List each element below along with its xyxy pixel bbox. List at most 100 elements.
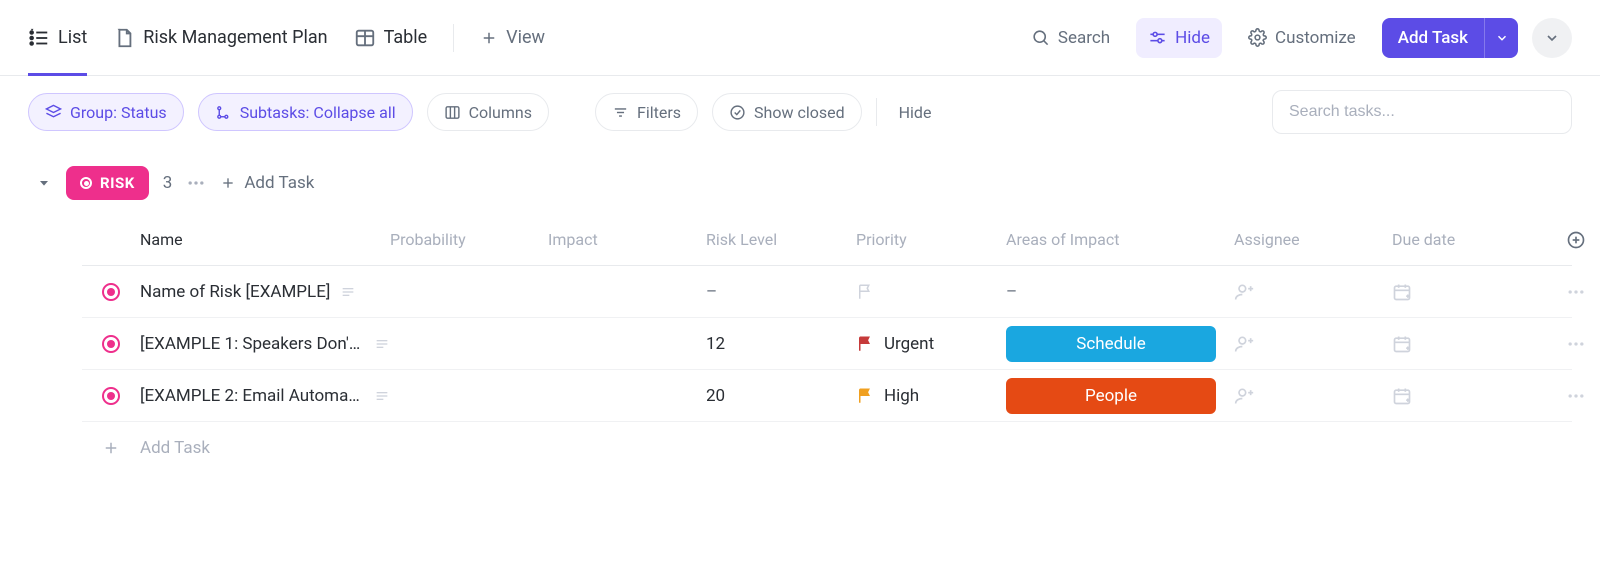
subtasks-pill[interactable]: Subtasks: Collapse all [198,93,413,131]
search-label: Search [1058,28,1110,48]
due-date-add[interactable] [1392,386,1546,406]
show-closed-label: Show closed [754,103,845,122]
cell-aoi[interactable]: Schedule [1006,326,1234,362]
group-add-task-label: Add Task [244,173,314,193]
flag-icon [856,387,874,405]
tab-risk-plan-label: Risk Management Plan [143,27,327,48]
row-more[interactable] [1546,334,1600,354]
group-task-count: 3 [163,173,173,193]
add-column-button[interactable] [1546,230,1600,250]
cell-priority[interactable] [856,283,1006,301]
table-row[interactable]: [EXAMPLE 2: Email Automation (Email ... … [82,370,1572,422]
add-task-row[interactable]: Add Task [82,422,1572,474]
col-name[interactable]: Name [140,230,390,249]
cell-aoi[interactable]: – [1006,282,1234,302]
plus-icon [82,439,140,457]
check-circle-icon [729,104,746,121]
due-date-add[interactable] [1392,282,1546,302]
list-icon [28,27,50,49]
divider [876,98,877,126]
assignee-add[interactable] [1234,282,1392,302]
task-name[interactable]: [EXAMPLE 1: Speakers Don't Show Up] [140,334,364,354]
add-task-button[interactable]: Add Task [1382,18,1518,58]
tab-table[interactable]: Table [354,0,428,75]
col-assignee[interactable]: Assignee [1234,230,1392,249]
customize-button[interactable]: Customize [1236,18,1368,58]
status-icon[interactable] [102,283,120,301]
tab-list[interactable]: List [28,0,87,75]
task-name[interactable]: [EXAMPLE 2: Email Automation (Email ... [140,386,364,406]
chevron-down-icon [1544,30,1560,46]
aoi-chip: People [1006,378,1216,414]
divider [453,24,454,52]
assignee-add[interactable] [1234,386,1392,406]
col-risk-level[interactable]: Risk Level [706,230,856,249]
cell-priority[interactable]: Urgent [856,334,1006,354]
group-status-badge[interactable]: RISK [66,166,149,200]
filters-pill[interactable]: Filters [595,93,698,131]
row-more[interactable] [1546,282,1600,302]
group-more-icon[interactable] [186,173,206,193]
add-view-label: View [506,27,545,48]
description-icon[interactable] [374,336,390,352]
columns-icon [444,104,461,121]
filters-label: Filters [637,103,681,122]
assignee-add[interactable] [1234,334,1392,354]
tab-risk-plan[interactable]: Risk Management Plan [113,0,327,75]
col-areas-of-impact[interactable]: Areas of Impact [1006,230,1234,249]
subtasks-label: Subtasks: Collapse all [240,103,396,122]
due-date-add[interactable] [1392,334,1546,354]
status-circle-icon [80,177,92,189]
more-menu-button[interactable] [1532,18,1572,58]
cell-risk-level[interactable]: – [706,282,856,302]
table-row[interactable]: [EXAMPLE 1: Speakers Don't Show Up] 12 U… [82,318,1572,370]
status-icon[interactable] [102,335,120,353]
tab-list-label: List [58,27,87,48]
add-task-label: Add Task [1382,18,1484,58]
add-view-button[interactable]: View [480,0,545,75]
row-more[interactable] [1546,386,1600,406]
group-add-task-button[interactable]: Add Task [220,173,314,193]
cell-priority[interactable]: High [856,386,1006,406]
collapse-group-caret[interactable] [36,175,52,191]
sliders-icon [1148,28,1167,47]
cell-risk-level[interactable]: 20 [706,386,856,406]
filter-hide-button[interactable]: Hide [891,103,940,122]
gear-icon [1248,28,1267,47]
cell-aoi[interactable]: People [1006,378,1234,414]
flag-icon [856,335,874,353]
hide-label: Hide [1175,28,1210,48]
cell-risk-level[interactable]: 12 [706,334,856,354]
col-due-date[interactable]: Due date [1392,230,1546,249]
plus-icon [480,29,498,47]
add-task-dropdown[interactable] [1484,18,1518,58]
col-probability[interactable]: Probability [390,230,548,249]
group-by-label: Group: Status [70,103,167,122]
hide-button[interactable]: Hide [1136,18,1222,58]
filter-hide-label: Hide [899,103,932,122]
group-status-label: RISK [100,174,135,192]
status-icon[interactable] [102,387,120,405]
table-row[interactable]: Name of Risk [EXAMPLE] – – [82,266,1572,318]
columns-pill[interactable]: Columns [427,93,549,131]
document-icon [113,27,135,49]
priority-label: Urgent [884,334,934,354]
task-name[interactable]: Name of Risk [EXAMPLE] [140,282,330,302]
col-priority[interactable]: Priority [856,230,1006,249]
table-icon [354,27,376,49]
col-impact[interactable]: Impact [548,230,706,249]
search-tasks-input[interactable] [1272,90,1572,134]
priority-label: High [884,386,919,406]
filter-icon [612,104,629,121]
show-closed-pill[interactable]: Show closed [712,93,862,131]
add-task-row-label: Add Task [140,438,390,458]
aoi-chip: Schedule [1006,326,1216,362]
tab-table-label: Table [384,27,428,48]
search-icon [1031,28,1050,47]
description-icon[interactable] [340,284,356,300]
customize-label: Customize [1275,28,1356,48]
group-by-pill[interactable]: Group: Status [28,93,184,131]
columns-label: Columns [469,103,532,122]
search-button[interactable]: Search [1019,18,1122,58]
description-icon[interactable] [374,388,390,404]
